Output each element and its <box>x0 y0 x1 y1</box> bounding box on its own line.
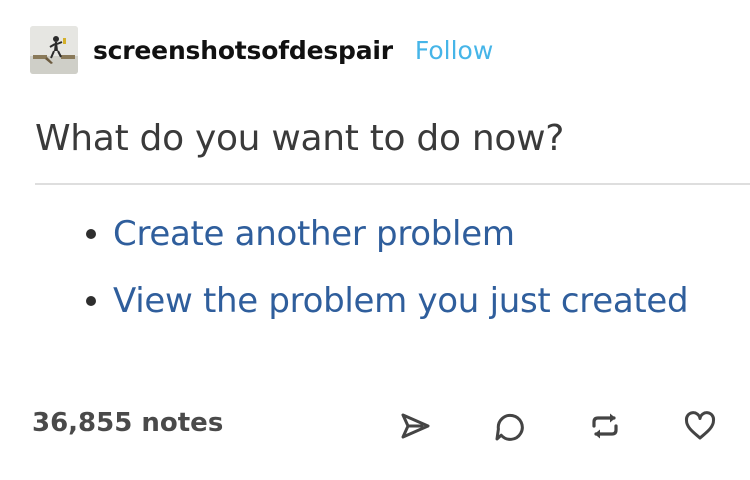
reply-button[interactable] <box>486 402 534 450</box>
blog-avatar[interactable] <box>30 26 78 74</box>
view-problem-link[interactable]: View the problem you just created <box>113 281 689 321</box>
divider <box>35 183 750 185</box>
broken-bridge-avatar-icon <box>30 26 78 74</box>
share-button[interactable] <box>391 402 439 450</box>
post-header: screenshotsofdespair Follow <box>30 26 493 74</box>
list-item: View the problem you just created <box>86 267 689 334</box>
bullet-icon <box>86 228 96 239</box>
reblog-button[interactable] <box>581 402 629 450</box>
create-another-problem-link[interactable]: Create another problem <box>113 214 515 254</box>
notes-count[interactable]: 36,855 notes <box>32 408 223 438</box>
post-footer: 36,855 notes <box>32 400 732 452</box>
list-item: Create another problem <box>86 200 688 267</box>
share-icon <box>401 413 430 439</box>
follow-button[interactable]: Follow <box>415 36 493 65</box>
blog-name[interactable]: screenshotsofdespair <box>93 36 393 65</box>
reply-icon <box>495 413 524 441</box>
options-list: Create another problem View the problem … <box>86 200 689 334</box>
dialog-question: What do you want to do now? <box>35 118 565 159</box>
heart-icon <box>684 411 716 440</box>
reblog-icon <box>592 413 618 439</box>
like-button[interactable] <box>676 402 724 450</box>
bullet-icon <box>86 295 96 306</box>
